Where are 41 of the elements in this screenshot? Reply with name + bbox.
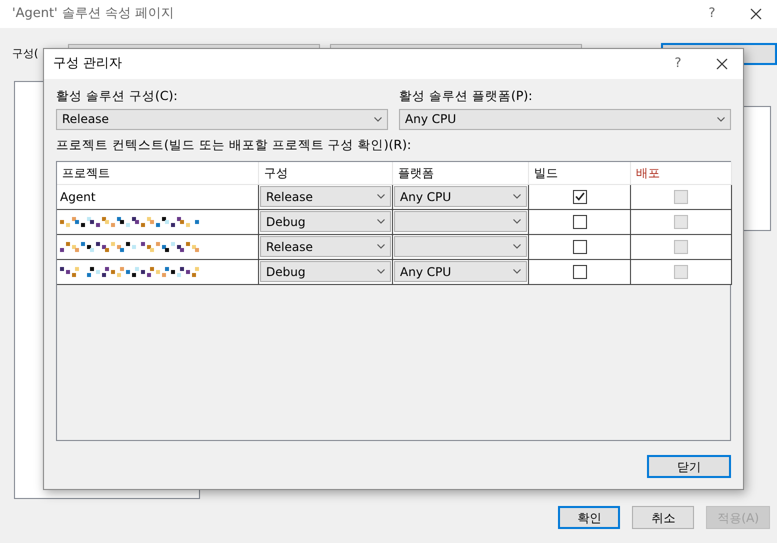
config-dropdown[interactable]: Release	[260, 236, 391, 257]
caret-icon	[377, 219, 385, 224]
platform-dropdown[interactable]: Any CPU	[394, 261, 527, 282]
help-button[interactable]: ?	[689, 4, 735, 24]
platform-dropdown[interactable]: Any CPU	[394, 186, 527, 207]
help-button[interactable]: ?	[655, 54, 701, 74]
close-icon[interactable]	[750, 8, 762, 20]
config-label: 활성 솔루션 구성(C):	[56, 87, 179, 105]
dialog-title: 구성 관리자	[53, 55, 122, 74]
close-button[interactable]: 닫기	[647, 454, 731, 478]
dialog-button[interactable]: 취소	[632, 506, 694, 529]
column-header: 프로젝트	[57, 162, 259, 184]
config-label: 구성(	[12, 46, 40, 62]
platform-dropdown[interactable]: Any CPU	[399, 108, 731, 130]
config-dropdown[interactable]: Release	[56, 108, 388, 130]
platform-label: 활성 솔루션 플랫폼(P):	[399, 87, 534, 105]
column-header: 빌드	[529, 162, 631, 184]
caret-icon	[377, 194, 385, 199]
caret-icon	[513, 194, 521, 199]
caret-icon	[513, 219, 521, 224]
build-checkbox[interactable]	[572, 264, 586, 278]
close-icon[interactable]	[716, 58, 728, 70]
context-label: 프로젝트 컨텍스트(빌드 또는 배포할 프로젝트 구성 확인)(R):	[56, 136, 412, 154]
column-header: 배포	[631, 162, 732, 184]
caret-icon	[374, 116, 382, 122]
caret-icon	[513, 269, 521, 274]
build-checkbox[interactable]	[572, 214, 586, 228]
config-dropdown[interactable]: Release	[260, 186, 391, 207]
caret-icon	[513, 244, 521, 249]
caret-icon	[377, 269, 385, 274]
window-title: 'Agent' 솔루션 속성 페이지	[12, 5, 174, 24]
caret-icon	[377, 244, 385, 249]
column-header: 구성	[259, 162, 393, 184]
table-cell: Agent	[57, 184, 259, 210]
config-dropdown[interactable]: Debug	[260, 211, 391, 232]
dialog-button[interactable]: 확인	[558, 506, 620, 529]
build-checkbox[interactable]	[572, 190, 586, 204]
column-header: 플랫폼	[393, 162, 529, 184]
build-checkbox[interactable]	[572, 240, 586, 254]
caret-icon	[717, 116, 725, 122]
config-dropdown[interactable]: Debug	[260, 261, 391, 282]
